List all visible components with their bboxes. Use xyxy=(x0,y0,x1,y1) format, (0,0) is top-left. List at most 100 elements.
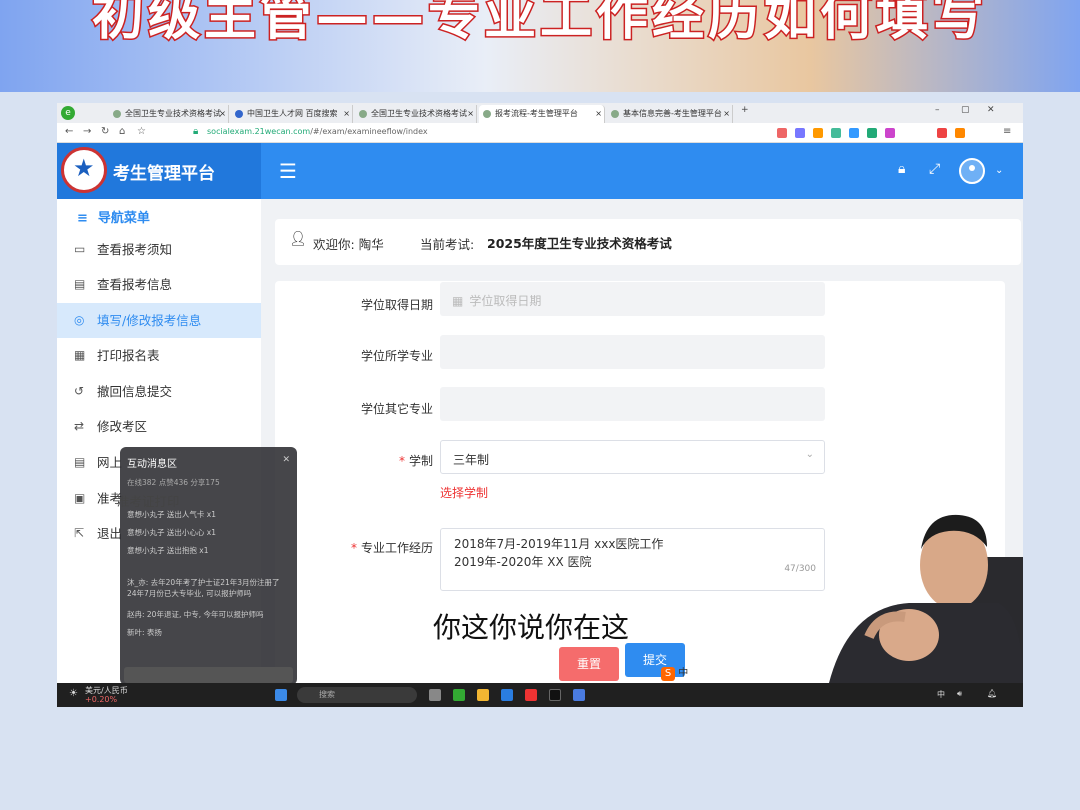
chat-gift-row: 意想小丸子 送出人气卡 x1 xyxy=(127,510,216,519)
back-icon[interactable]: ← xyxy=(65,126,73,137)
app-icon[interactable] xyxy=(573,689,585,701)
weather-icon: ☀ xyxy=(69,688,78,699)
sidebar-item-label: 查看报考须知 xyxy=(97,242,173,257)
chat-input[interactable] xyxy=(124,667,293,683)
user-icon: 👤︎ xyxy=(289,231,307,247)
forward-icon[interactable]: → xyxy=(83,126,91,137)
presenter-image xyxy=(829,514,1023,683)
ime-toolbar: S 中 xyxy=(661,664,688,681)
degree-other-label: 学位其它专业 xyxy=(360,402,433,416)
close-icon[interactable]: ✕ xyxy=(282,455,290,465)
ime-mode: 中 xyxy=(678,668,689,679)
banner-title: 初级主管——专业工作经历如何填写 xyxy=(90,0,988,49)
tab-close-icon[interactable]: × xyxy=(595,105,602,123)
sidebar-item-label: 查看报考信息 xyxy=(97,277,173,292)
degree-date-placeholder: 学位取得日期 xyxy=(469,294,542,308)
check-shield-icon: ◎ xyxy=(74,313,85,327)
degree-date-field[interactable]: ▦ 学位取得日期 xyxy=(440,282,825,316)
tab-close-icon[interactable]: × xyxy=(219,105,226,123)
experience-line: 2019年-2020年 XX 医院 xyxy=(454,555,592,569)
sidebar-item-view-info[interactable]: ▤ 查看报考信息 xyxy=(57,267,261,302)
live-chat-panel: 互动消息区 ✕ 在线382 点赞436 分享175 意想小丸子 送出人气卡 x1… xyxy=(120,447,297,685)
notification-icon[interactable]: 🔔︎ xyxy=(987,689,997,698)
maximize-icon[interactable]: ▢ xyxy=(961,105,970,115)
tab-4[interactable]: 报考流程-考生管理平台 × xyxy=(479,105,605,123)
user-avatar[interactable] xyxy=(959,158,985,184)
browser-icon[interactable] xyxy=(453,689,465,701)
sidebar-item-label: 退出 xyxy=(97,526,123,541)
sidebar-item-label: 打印报名表 xyxy=(97,348,160,363)
welcome-text: 欢迎你: xyxy=(313,237,355,252)
minimize-icon[interactable]: – xyxy=(935,105,940,115)
ime-indicator[interactable]: 中 xyxy=(937,689,945,700)
sidebar-item-label: 网上 xyxy=(97,455,123,470)
url-host: socialexam.21wecan.com xyxy=(207,127,311,136)
reset-button[interactable]: 重置 xyxy=(559,647,619,681)
sidebar-item-edit-info[interactable]: ◎ 填写/修改报考信息 xyxy=(57,303,261,338)
degree-major-label: 学位所学专业 xyxy=(360,349,433,363)
lock-icon[interactable]: 🔒︎ xyxy=(898,161,905,177)
extension-icon[interactable] xyxy=(937,128,947,138)
swap-icon: ⇄ xyxy=(74,419,85,433)
extension-icon[interactable] xyxy=(955,128,965,138)
app-icon[interactable] xyxy=(525,689,537,701)
sidebar-item-change-area[interactable]: ⇄ 修改考区 xyxy=(57,409,261,444)
hamburger-menu-icon[interactable]: ☰ xyxy=(279,159,297,183)
url-field[interactable]: socialexam.21wecan.com/#/exam/examineefl… xyxy=(207,127,428,136)
fullscreen-icon[interactable]: ⤢ xyxy=(929,161,940,177)
chevron-down-icon[interactable]: ⌄ xyxy=(995,165,1003,176)
schooling-label-text: 学制 xyxy=(408,454,433,468)
taskbar-search[interactable]: 搜索 xyxy=(297,687,417,703)
sidebar-item-print[interactable]: ▦ 打印报名表 xyxy=(57,338,261,373)
current-exam-name: 2025年度卫生专业技术资格考试 xyxy=(487,236,672,251)
tab-close-icon[interactable]: × xyxy=(343,105,350,123)
tiktok-icon[interactable] xyxy=(549,689,561,701)
extension-icon[interactable] xyxy=(813,128,823,138)
card-icon: ▣ xyxy=(74,491,86,505)
extension-icon[interactable] xyxy=(795,128,805,138)
tab-close-icon[interactable]: × xyxy=(467,105,474,123)
undo-icon: ↺ xyxy=(74,384,85,398)
tab-3[interactable]: 全国卫生专业技术资格考试 × xyxy=(355,105,477,123)
sidebar-item-notice[interactable]: ▭ 查看报考须知 xyxy=(57,232,261,267)
platform-logo-icon xyxy=(61,147,107,193)
degree-other-field[interactable] xyxy=(440,387,825,421)
presenter-video xyxy=(809,507,1023,683)
tab-label: 基本信息完善-考生管理平台 xyxy=(623,109,722,118)
experience-textarea[interactable]: 2018年7月-2019年11月 xxx医院工作 2019年-2020年 XX … xyxy=(440,528,825,591)
lock-icon: 🔒︎ xyxy=(193,126,199,137)
welcome-label: 欢迎你: 陶华 xyxy=(313,234,384,253)
schooling-error: 选择学制 xyxy=(440,486,489,500)
chat-stats: 在线382 点赞436 分享175 xyxy=(127,478,220,487)
degree-major-field[interactable] xyxy=(440,335,825,369)
tab-label: 全国卫生专业技术资格考试 xyxy=(125,109,221,118)
bookmark-icon[interactable]: ☆ xyxy=(137,126,146,137)
extension-icon[interactable] xyxy=(867,128,877,138)
tab-1[interactable]: 全国卫生专业技术资格考试 × xyxy=(109,105,229,123)
new-tab-button[interactable]: + xyxy=(741,105,749,115)
taskview-icon[interactable] xyxy=(429,689,441,701)
extension-icon[interactable] xyxy=(849,128,859,138)
schooling-value: 三年制 xyxy=(453,453,490,467)
extension-icon[interactable] xyxy=(885,128,895,138)
extension-icon[interactable] xyxy=(777,128,787,138)
close-window-icon[interactable]: ✕ xyxy=(987,105,995,115)
folder-icon[interactable] xyxy=(477,689,489,701)
menu-icon[interactable]: ≡ xyxy=(1003,126,1011,137)
sidebar-item-withdraw[interactable]: ↺ 撤回信息提交 xyxy=(57,374,261,409)
doc-icon: ▤ xyxy=(74,277,86,291)
speaker-icon[interactable]: 🔊︎ xyxy=(957,689,962,699)
start-icon[interactable] xyxy=(275,689,287,701)
chat-gift-row: 意想小丸子 送出小心心 x1 xyxy=(127,528,216,537)
browser-tabbar: e 全国卫生专业技术资格考试 × 中国卫生人才网 百度搜索 × 全国卫生专业技术资格… xyxy=(57,103,1023,123)
extension-icon[interactable] xyxy=(831,128,841,138)
home-icon[interactable]: ⌂ xyxy=(119,126,125,137)
app-icon[interactable] xyxy=(501,689,513,701)
reload-icon[interactable]: ↻ xyxy=(101,126,109,137)
windows-taskbar: ☀ 美元/人民币 +0.20% 搜索 中 🔊︎ 🔔︎ xyxy=(57,683,1023,707)
tab-close-icon[interactable]: × xyxy=(723,105,730,123)
schooling-select[interactable]: 三年制 ⌄ xyxy=(440,440,825,474)
tab-5[interactable]: 基本信息完善-考生管理平台 × xyxy=(607,105,733,123)
tab-2[interactable]: 中国卫生人才网 百度搜索 × xyxy=(231,105,353,123)
doc-icon: ▤ xyxy=(74,455,86,469)
